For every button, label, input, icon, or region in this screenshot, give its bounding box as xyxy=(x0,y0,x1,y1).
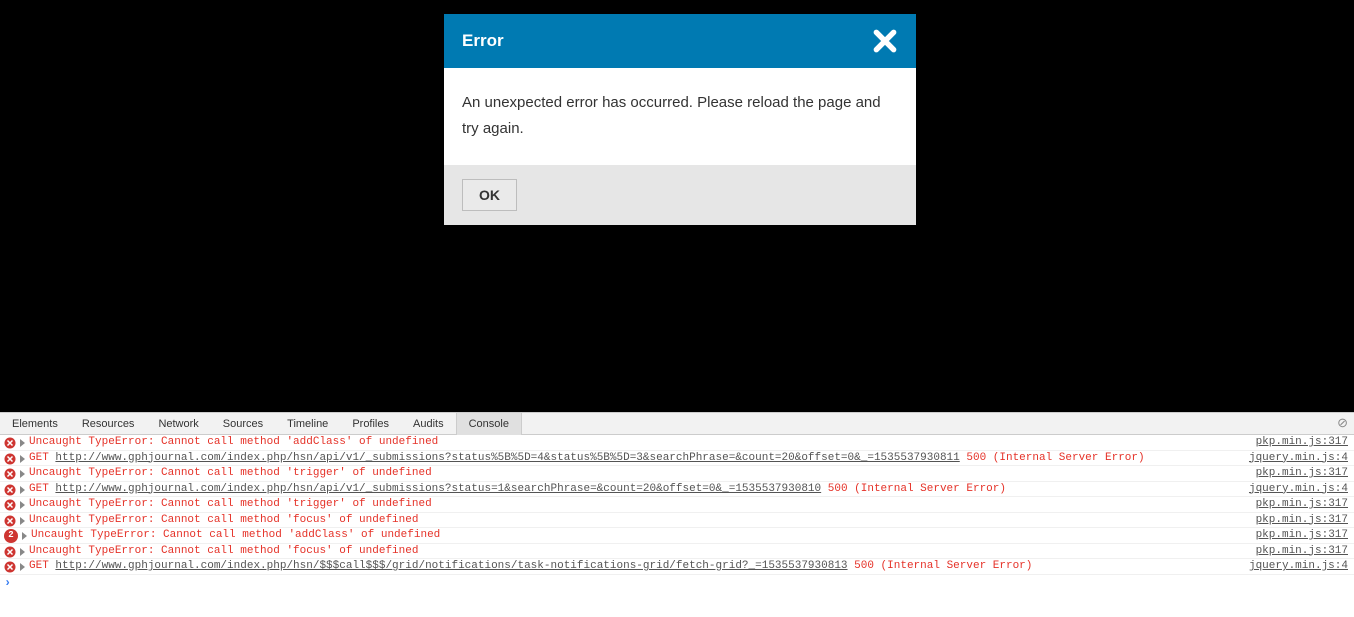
devtools-tab-network[interactable]: Network xyxy=(146,413,210,435)
expand-icon[interactable] xyxy=(22,532,27,540)
expand-icon[interactable] xyxy=(20,470,25,478)
ok-button[interactable]: OK xyxy=(462,179,517,211)
error-icon xyxy=(4,484,16,496)
console-message: Uncaught TypeError: Cannot call method '… xyxy=(29,466,1256,482)
expand-icon[interactable] xyxy=(20,486,25,494)
devtools-tabs: ElementsResourcesNetworkSourcesTimelineP… xyxy=(0,413,1354,435)
console-line: Uncaught TypeError: Cannot call method '… xyxy=(0,544,1354,560)
source-link[interactable]: jquery.min.js:4 xyxy=(1249,559,1348,575)
source-link[interactable]: pkp.min.js:317 xyxy=(1256,544,1348,560)
error-icon xyxy=(4,453,16,465)
expand-icon[interactable] xyxy=(20,563,25,571)
source-link[interactable]: pkp.min.js:317 xyxy=(1256,528,1348,544)
expand-icon[interactable] xyxy=(20,517,25,525)
expand-icon[interactable] xyxy=(20,501,25,509)
devtools-tab-resources[interactable]: Resources xyxy=(70,413,147,435)
error-icon xyxy=(4,437,16,449)
source-link[interactable]: jquery.min.js:4 xyxy=(1249,451,1348,467)
expand-icon[interactable] xyxy=(20,439,25,447)
error-icon xyxy=(4,515,16,527)
devtools-tab-audits[interactable]: Audits xyxy=(401,413,456,435)
console-message: GET http://www.gphjournal.com/index.php/… xyxy=(29,559,1249,575)
source-link[interactable]: pkp.min.js:317 xyxy=(1256,513,1348,529)
console-message: Uncaught TypeError: Cannot call method '… xyxy=(29,435,1256,451)
devtools-tab-profiles[interactable]: Profiles xyxy=(340,413,401,435)
expand-icon[interactable] xyxy=(20,548,25,556)
modal-title: Error xyxy=(462,31,504,51)
console-message: Uncaught TypeError: Cannot call method '… xyxy=(29,544,1256,560)
console-line: GET http://www.gphjournal.com/index.php/… xyxy=(0,559,1354,575)
console-line: Uncaught TypeError: Cannot call method '… xyxy=(0,513,1354,529)
devtools-close-icon[interactable]: ⊘ xyxy=(1337,415,1348,431)
devtools-panel: ElementsResourcesNetworkSourcesTimelineP… xyxy=(0,412,1354,616)
error-modal: Error An unexpected error has occurred. … xyxy=(444,14,916,225)
console-line: Uncaught TypeError: Cannot call method '… xyxy=(0,497,1354,513)
error-icon xyxy=(4,499,16,511)
console-message: Uncaught TypeError: Cannot call method '… xyxy=(31,528,1256,544)
console-message: Uncaught TypeError: Cannot call method '… xyxy=(29,513,1256,529)
expand-icon[interactable] xyxy=(20,455,25,463)
console-message: GET http://www.gphjournal.com/index.php/… xyxy=(29,482,1249,498)
source-link[interactable]: pkp.min.js:317 xyxy=(1256,435,1348,451)
console-message: Uncaught TypeError: Cannot call method '… xyxy=(29,497,1256,513)
console-line: Uncaught TypeError: Cannot call method '… xyxy=(0,466,1354,482)
console-message: GET http://www.gphjournal.com/index.php/… xyxy=(29,451,1249,467)
request-url[interactable]: http://www.gphjournal.com/index.php/hsn/… xyxy=(55,560,847,572)
devtools-tab-sources[interactable]: Sources xyxy=(211,413,275,435)
source-link[interactable]: jquery.min.js:4 xyxy=(1249,482,1348,498)
modal-header: Error xyxy=(444,14,916,68)
error-count-badge: 2 xyxy=(4,529,18,543)
console-prompt[interactable]: › xyxy=(0,575,1354,591)
error-icon xyxy=(4,546,16,558)
source-link[interactable]: pkp.min.js:317 xyxy=(1256,497,1348,513)
source-link[interactable]: pkp.min.js:317 xyxy=(1256,466,1348,482)
close-icon[interactable] xyxy=(872,28,898,54)
request-url[interactable]: http://www.gphjournal.com/index.php/hsn/… xyxy=(55,452,959,464)
devtools-tab-elements[interactable]: Elements xyxy=(0,413,70,435)
console-line: 2 Uncaught TypeError: Cannot call method … xyxy=(0,528,1354,544)
devtools-tab-console[interactable]: Console xyxy=(456,413,522,435)
prompt-icon: › xyxy=(4,576,11,590)
console-line: Uncaught TypeError: Cannot call method '… xyxy=(0,435,1354,451)
devtools-tab-timeline[interactable]: Timeline xyxy=(275,413,340,435)
modal-body: An unexpected error has occurred. Please… xyxy=(444,68,916,165)
error-icon xyxy=(4,468,16,480)
modal-footer: OK xyxy=(444,165,916,225)
console-line: GET http://www.gphjournal.com/index.php/… xyxy=(0,482,1354,498)
console-output: Uncaught TypeError: Cannot call method '… xyxy=(0,435,1354,617)
request-url[interactable]: http://www.gphjournal.com/index.php/hsn/… xyxy=(55,483,821,495)
console-line: GET http://www.gphjournal.com/index.php/… xyxy=(0,451,1354,467)
error-icon xyxy=(4,561,16,573)
